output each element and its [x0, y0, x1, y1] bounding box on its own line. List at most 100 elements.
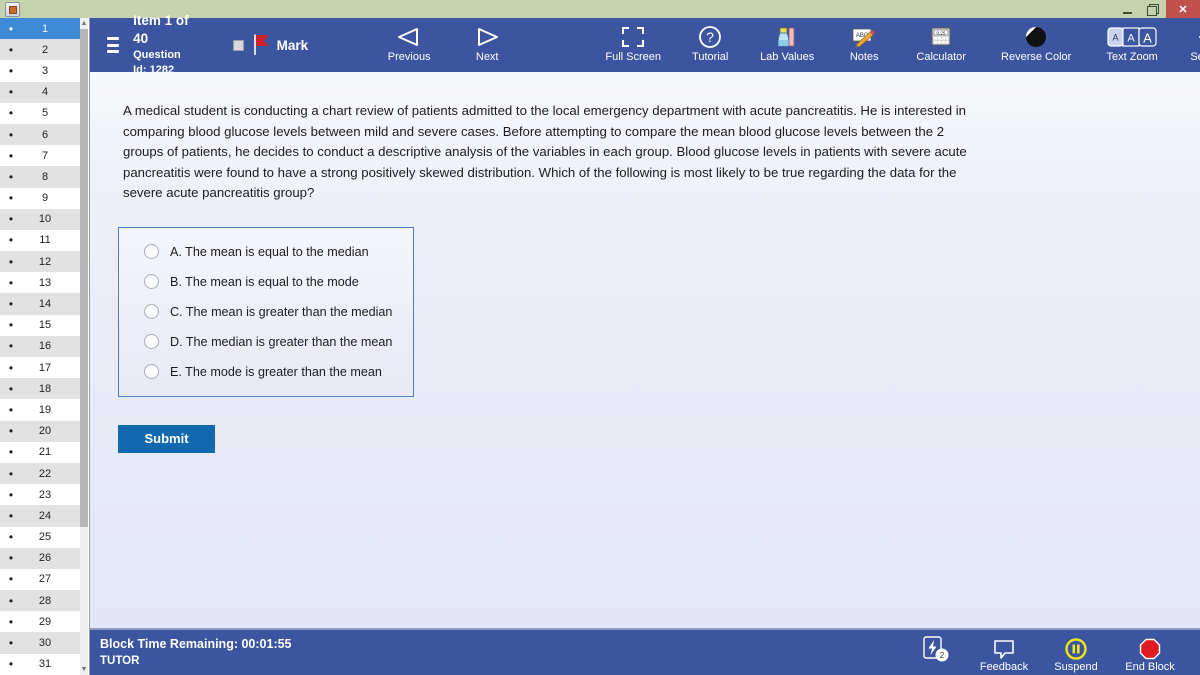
answer-choice-a[interactable]: A. The mean is equal to the median [119, 237, 413, 267]
sidebar-item-15[interactable]: • 15 [0, 314, 82, 336]
sidebar-item-7[interactable]: • 7 [0, 145, 82, 167]
left-triangle-icon [395, 24, 423, 50]
sidebar-item-30[interactable]: • 30 [0, 632, 82, 654]
answer-choice-e[interactable]: E. The mode is greater than the mean [119, 357, 413, 387]
lab-values-button[interactable]: Lab Values [744, 18, 830, 63]
sidebar-item-12[interactable]: • 12 [0, 251, 82, 273]
sidebar-item-4[interactable]: • 4 [0, 81, 82, 103]
notes-button[interactable]: ABC Notes [830, 18, 898, 63]
sidebar-item-number: 28 [38, 594, 52, 607]
sidebar-item-number: 14 [38, 298, 52, 311]
sidebar-item-21[interactable]: • 21 [0, 441, 82, 463]
svg-text:0.25: 0.25 [937, 30, 946, 35]
lightning-count-button[interactable]: 2 [908, 633, 968, 661]
sidebar-item-25[interactable]: • 25 [0, 526, 82, 548]
close-button[interactable]: ✕ [1166, 0, 1200, 18]
radio-button-icon[interactable] [144, 364, 159, 380]
sidebar-item-24[interactable]: • 24 [0, 505, 82, 527]
sidebar-item-11[interactable]: • 11 [0, 229, 82, 252]
scroll-up-icon[interactable]: ▲ [80, 18, 88, 29]
radio-button-icon[interactable] [144, 304, 159, 320]
notes-pencil-icon: ABC [850, 24, 878, 50]
sidebar-item-17[interactable]: • 17 [0, 357, 82, 379]
sidebar-item-20[interactable]: • 20 [0, 420, 82, 442]
answer-choice-text: A. The mean is equal to the median [170, 244, 369, 259]
text-zoom-icon: A A A [1107, 24, 1157, 50]
sidebar-item-5[interactable]: • 5 [0, 102, 82, 124]
scrollbar-thumb[interactable] [80, 29, 88, 527]
sidebar-item-8[interactable]: • 8 [0, 166, 82, 188]
radio-button-icon[interactable] [144, 274, 159, 290]
tutorial-button[interactable]: ? Tutorial [676, 18, 744, 63]
sidebar-item-9[interactable]: • 9 [0, 187, 82, 209]
svg-text:A: A [1143, 31, 1152, 46]
answer-choice-c[interactable]: C. The mean is greater than the median [119, 297, 413, 327]
sidebar-item-16[interactable]: • 16 [0, 335, 82, 357]
bullet-icon: • [8, 636, 14, 651]
sidebar-item-2[interactable]: • 2 [0, 39, 82, 61]
scroll-down-icon[interactable]: ▼ [80, 664, 88, 675]
bullet-icon: • [8, 21, 14, 36]
sidebar-item-22[interactable]: • 22 [0, 462, 82, 485]
restore-button[interactable] [1140, 0, 1166, 18]
sidebar-item-26[interactable]: • 26 [0, 547, 82, 569]
radio-button-icon[interactable] [144, 244, 159, 260]
next-button[interactable]: Next [448, 18, 526, 63]
sidebar-item-18[interactable]: • 18 [0, 378, 82, 400]
bullet-icon: • [8, 106, 14, 121]
full-screen-button[interactable]: Full Screen [590, 18, 676, 63]
sidebar-item-number: 13 [38, 276, 52, 289]
sidebar-item-3[interactable]: • 3 [0, 60, 82, 82]
sidebar-item-19[interactable]: • 19 [0, 399, 82, 421]
answer-choices-group[interactable]: A. The mean is equal to the median B. The… [118, 226, 414, 397]
calculator-button[interactable]: 0.25 Calculator [898, 18, 984, 63]
bullet-icon: • [8, 614, 14, 629]
sidebar-item-27[interactable]: • 27 [0, 568, 82, 591]
sidebar-item-13[interactable]: • 13 [0, 272, 82, 294]
hamburger-menu-icon[interactable] [107, 37, 120, 53]
settings-button[interactable]: Settings [1176, 18, 1200, 63]
mark-checkbox[interactable] [232, 39, 244, 51]
sidebar-item-number: 31 [38, 658, 52, 671]
bullet-icon: • [8, 148, 14, 163]
sidebar-item-6[interactable]: • 6 [0, 123, 82, 146]
sidebar-item-1[interactable]: • 1 [0, 18, 82, 40]
suspend-button[interactable]: Suspend [1040, 633, 1112, 673]
minimize-button[interactable] [1114, 0, 1140, 18]
sidebar-item-23[interactable]: • 23 [0, 484, 82, 506]
text-zoom-button[interactable]: A A A Text Zoom [1088, 18, 1176, 63]
sidebar-item-number: 2 [41, 43, 49, 56]
bullet-icon: • [8, 572, 14, 587]
text-zoom-label: Text Zoom [1106, 51, 1158, 63]
sidebar-item-29[interactable]: • 29 [0, 611, 82, 633]
bullet-icon: • [8, 275, 14, 290]
sidebar-item-28[interactable]: • 28 [0, 590, 82, 612]
answer-choice-b[interactable]: B. The mean is equal to the mode [119, 267, 413, 297]
sidebar-item-number: 12 [38, 255, 52, 268]
feedback-button[interactable]: Feedback [968, 633, 1040, 673]
answer-choice-d[interactable]: D. The median is greater than the mean [119, 327, 413, 357]
sidebar-item-10[interactable]: • 10 [0, 208, 82, 230]
bullet-icon: • [8, 551, 14, 566]
sidebar-item-14[interactable]: • 14 [0, 293, 82, 315]
sidebar-item-number: 30 [38, 637, 52, 650]
sidebar-scrollbar[interactable]: ▲ ▼ [80, 18, 88, 675]
bullet-icon: • [8, 191, 14, 206]
main-panel: Item 1 of 40 Question Id: 1282 Mark Prev… [90, 13, 1200, 675]
bullet-icon: • [8, 169, 14, 184]
question-list-sidebar[interactable]: • 1 • 2 • 3 • 4 • 5 • 6 • 7 • 8 • 9 • 10 • 11 • 12 • 13 • 14 • 15 • 16 •… [0, 18, 90, 675]
calculator-label: Calculator [916, 51, 966, 63]
item-info: Item 1 of 40 Question Id: 1282 [133, 12, 189, 78]
end-block-button[interactable]: End Block [1112, 633, 1188, 673]
radio-button-icon[interactable] [144, 334, 159, 350]
mark-question-control[interactable]: Mark [232, 33, 308, 57]
submit-button[interactable]: Submit [118, 424, 215, 453]
reverse-color-button[interactable]: Reverse Color [984, 18, 1088, 63]
sidebar-item-31[interactable]: • 31 [0, 653, 82, 675]
question-number-list[interactable]: • 1 • 2 • 3 • 4 • 5 • 6 • 7 • 8 • 9 • 10 • 11 • 12 • 13 • 14 • 15 • 16 •… [0, 18, 82, 675]
sidebar-item-number: 10 [38, 213, 52, 226]
block-time-remaining: Block Time Remaining: 00:01:55 [100, 637, 292, 652]
previous-button[interactable]: Previous [370, 18, 448, 63]
bullet-icon: • [8, 42, 14, 57]
sidebar-item-number: 18 [38, 382, 52, 395]
